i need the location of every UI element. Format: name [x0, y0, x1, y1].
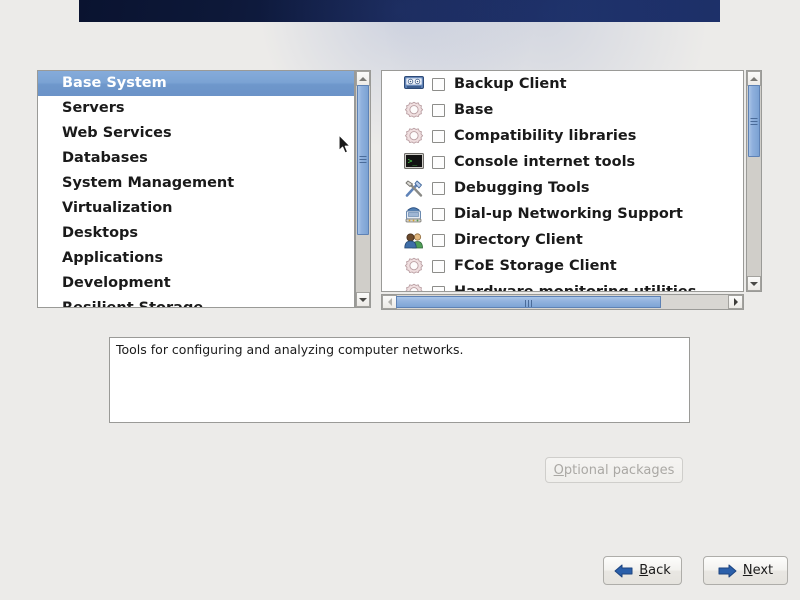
package-scroll-track[interactable] [747, 85, 761, 276]
group-list-item-label: Development [62, 275, 171, 291]
package-item-label: Directory Client [454, 232, 583, 248]
package-group-list-frame[interactable]: Base System Servers Web Services Databases S… [37, 70, 355, 308]
package-list-item[interactable]: Debugging Tools [382, 175, 743, 201]
package-list-item[interactable]: Dial-up Networking Support [382, 201, 743, 227]
gear-package-icon [404, 283, 425, 291]
package-list-item[interactable]: Hardware monitoring utilities [382, 279, 743, 292]
grip-lines-icon [524, 293, 533, 312]
package-checkbox[interactable] [432, 155, 445, 169]
gear-package-icon [404, 257, 425, 276]
installer-banner [79, 0, 720, 180]
chevron-left-icon [387, 298, 392, 306]
package-hscroll-thumb[interactable] [396, 296, 661, 308]
chevron-up-icon [750, 76, 758, 81]
group-list-item[interactable]: Resilient Storage [38, 296, 354, 308]
next-button-label: Next [742, 563, 774, 578]
package-item-label: Backup Client [454, 76, 567, 92]
package-item-label: Base [454, 102, 494, 118]
package-scroll-up-button[interactable] [747, 71, 761, 86]
group-list-item[interactable]: Base System [38, 71, 354, 96]
package-scroll-thumb[interactable] [748, 85, 760, 157]
package-item-label: Hardware monitoring utilities [454, 284, 697, 292]
package-item-label: Compatibility libraries [454, 128, 637, 144]
group-list-item[interactable]: Applications [38, 246, 354, 271]
package-checkbox[interactable] [432, 129, 445, 143]
group-scroll-thumb[interactable] [357, 85, 369, 235]
optional-packages-mnemonic: O [553, 462, 564, 478]
package-checkbox[interactable] [432, 233, 445, 247]
terminal-icon: >_ [404, 152, 425, 172]
group-list-item-label: Applications [62, 250, 164, 266]
package-list[interactable]: Backup Client Base Compatibility libraries… [382, 71, 743, 292]
tools-icon [404, 179, 425, 198]
grip-lines-icon [359, 154, 367, 165]
group-list-item-label: Desktops [62, 225, 139, 241]
optional-packages-button[interactable]: Optional packages [545, 457, 683, 483]
svg-text:>_: >_ [408, 156, 418, 165]
package-scroll-right-button[interactable] [728, 295, 743, 309]
next-mnemonic: N [742, 563, 753, 578]
back-button[interactable]: Back [603, 556, 682, 585]
package-item-label: Console internet tools [454, 154, 636, 170]
group-list-item-label: Resilient Storage [62, 300, 204, 308]
group-list-item[interactable]: Servers [38, 96, 354, 121]
chevron-down-icon [750, 281, 758, 286]
group-list-vertical-scrollbar[interactable] [355, 70, 371, 308]
chevron-up-icon [359, 76, 367, 81]
group-list-item[interactable]: Web Services [38, 121, 354, 146]
gear-package-icon [404, 127, 425, 146]
optional-packages-label: Optional packages [553, 462, 675, 478]
group-scroll-track[interactable] [356, 85, 370, 292]
group-scroll-up-button[interactable] [356, 71, 370, 86]
chevron-down-icon [359, 297, 367, 302]
group-description-box: Tools for configuring and analyzing comp… [109, 337, 690, 423]
package-list-item[interactable]: Directory Client [382, 227, 743, 253]
group-list-item[interactable]: System Management [38, 171, 354, 196]
next-button[interactable]: Next [703, 556, 788, 585]
installer-window: Base System Servers Web Services Databases S… [0, 0, 800, 600]
telephone-icon [404, 205, 425, 224]
gear-package-icon [404, 101, 425, 120]
package-checkbox[interactable] [432, 77, 445, 91]
group-list-item-label: Databases [62, 150, 148, 166]
group-list-item[interactable]: Databases [38, 146, 354, 171]
package-checkbox[interactable] [432, 181, 445, 195]
arrow-right-icon [718, 564, 737, 578]
group-list-item[interactable]: Virtualization [38, 196, 354, 221]
group-description-text: Tools for configuring and analyzing comp… [116, 342, 464, 357]
package-list-vertical-scrollbar[interactable] [746, 70, 762, 292]
package-checkbox[interactable] [432, 285, 445, 291]
group-list-item-label: Servers [62, 100, 125, 116]
package-list-item[interactable]: FCoE Storage Client [382, 253, 743, 279]
package-item-label: FCoE Storage Client [454, 258, 617, 274]
package-checkbox[interactable] [432, 259, 445, 273]
group-list-item-label: System Management [62, 175, 235, 191]
users-icon [404, 231, 425, 250]
package-list-item[interactable]: Compatibility libraries [382, 123, 743, 149]
group-scroll-down-button[interactable] [356, 292, 370, 307]
package-item-label: Debugging Tools [454, 180, 590, 196]
package-list-item[interactable]: Base [382, 97, 743, 123]
package-scroll-left-button[interactable] [382, 295, 397, 309]
chevron-right-icon [733, 298, 738, 306]
back-button-label: Back [639, 563, 671, 578]
group-list-item-label: Web Services [62, 125, 172, 141]
package-checkbox[interactable] [432, 207, 445, 221]
group-list-item[interactable]: Development [38, 271, 354, 296]
back-mnemonic: B [639, 563, 649, 578]
package-scroll-down-button[interactable] [747, 276, 761, 291]
arrow-left-icon [614, 564, 633, 578]
group-list-item-label: Virtualization [62, 200, 173, 216]
package-list-horizontal-scrollbar[interactable] [381, 294, 744, 310]
group-list-item-label: Base System [62, 75, 167, 91]
group-list-item[interactable]: Desktops [38, 221, 354, 246]
grip-lines-icon [750, 116, 758, 127]
package-group-list[interactable]: Base System Servers Web Services Databases S… [38, 71, 354, 308]
package-list-frame[interactable]: Backup Client Base Compatibility libraries… [381, 70, 744, 292]
package-item-label: Dial-up Networking Support [454, 206, 683, 222]
package-list-item[interactable]: >_ Console internet tools [382, 149, 743, 175]
package-checkbox[interactable] [432, 103, 445, 117]
package-list-item[interactable]: Backup Client [382, 71, 743, 97]
tape-backup-icon [404, 75, 425, 94]
